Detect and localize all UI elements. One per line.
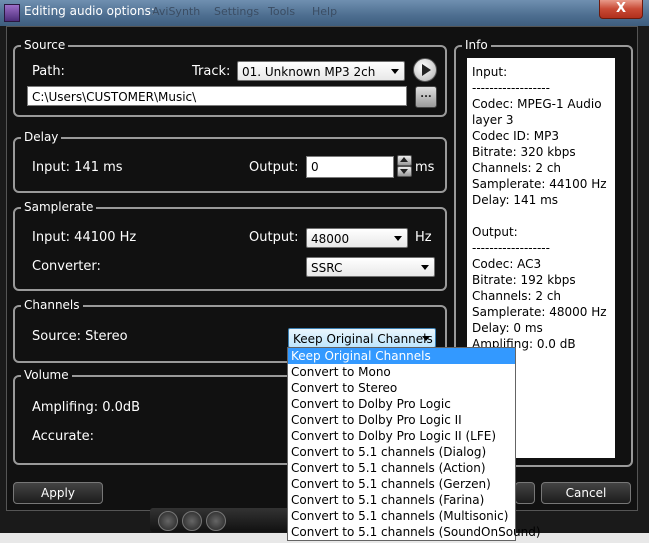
accurate-label: Accurate: xyxy=(32,429,94,444)
title-bar: Editing audio options: AviSynth Settings… xyxy=(0,0,649,26)
info-line: Codec: AC3 xyxy=(472,257,542,271)
info-line: Samplerate: 44100 Hz xyxy=(472,177,607,191)
track-label: Track: xyxy=(192,64,231,79)
channels-option[interactable]: Convert to 5.1 channels (Dialog) xyxy=(288,444,515,460)
samplerate-select[interactable]: 48000 xyxy=(306,228,408,248)
close-icon: X xyxy=(615,1,627,16)
play-button[interactable] xyxy=(413,58,437,82)
channels-option[interactable]: Convert to 5.1 channels (Action) xyxy=(288,460,515,476)
info-line: Input: xyxy=(472,65,508,79)
volume-group-title: Volume xyxy=(21,368,72,382)
channels-select[interactable]: Keep Original Channels xyxy=(288,328,436,348)
arrow-up-icon xyxy=(400,157,408,162)
info-line: Codec: MPEG-1 Audio xyxy=(472,97,602,111)
info-group-title: Info xyxy=(462,38,491,52)
channels-option[interactable]: Convert to Mono xyxy=(288,364,515,380)
channels-dropdown-list: Keep Original Channels Convert to Mono C… xyxy=(287,347,541,541)
bg-menu-help: Help xyxy=(312,5,338,18)
channels-source-label: Source: Stereo xyxy=(32,329,128,344)
delay-group-title: Delay xyxy=(21,130,62,144)
track-select[interactable]: 01. Unknown MP3 2ch xyxy=(237,61,405,81)
info-line: Channels: 2 ch xyxy=(472,161,562,175)
cancel-button[interactable]: Cancel xyxy=(541,482,631,504)
amplifing-label: Amplifing: 0.0dB xyxy=(32,400,141,415)
channels-option[interactable]: Convert to Stereo xyxy=(288,380,515,396)
chevron-down-icon xyxy=(391,69,399,74)
info-line xyxy=(472,208,610,224)
info-line: Channels: 2 ch xyxy=(472,289,562,303)
converter-label: Converter: xyxy=(32,259,101,274)
info-line: Bitrate: 320 kbps xyxy=(472,145,576,159)
delay-output-label: Output: xyxy=(249,160,299,175)
chevron-down-icon xyxy=(422,336,430,341)
info-line: layer 3 xyxy=(472,113,514,127)
delay-spin-up[interactable] xyxy=(397,155,412,166)
info-line: Delay: 0 ms xyxy=(472,321,543,335)
ok-button-partial[interactable] xyxy=(515,482,535,504)
channels-option[interactable]: Keep Original Channels xyxy=(288,348,515,364)
close-button[interactable]: X xyxy=(599,0,643,19)
samplerate-select-value: 48000 xyxy=(311,232,350,246)
path-field[interactable]: C:\Users\CUSTOMER\Music\ xyxy=(27,86,407,106)
channels-option[interactable]: Convert to 5.1 channels (Multisonic) xyxy=(288,508,515,524)
info-line: Samplerate: 48000 Hz xyxy=(472,305,607,319)
track-select-value: 01. Unknown MP3 2ch xyxy=(242,65,376,79)
info-line: Bitrate: 192 kbps xyxy=(472,273,576,287)
chevron-down-icon xyxy=(421,265,429,270)
channels-option[interactable]: Convert to 5.1 channels (SoundOnSound) xyxy=(288,524,541,540)
bg-menu-tools: Tools xyxy=(268,5,296,18)
window-title: Editing audio options: xyxy=(24,4,155,18)
background-player-controls xyxy=(150,508,290,532)
stop-icon xyxy=(206,511,226,531)
delay-output-field[interactable]: 0 xyxy=(306,156,394,178)
play-icon xyxy=(422,64,431,76)
path-label: Path: xyxy=(32,64,65,79)
samplerate-output-label: Output: xyxy=(249,230,299,245)
arrow-down-icon xyxy=(400,169,408,174)
samplerate-unit: Hz xyxy=(415,230,432,245)
play-icon xyxy=(158,511,178,531)
info-line: Output: xyxy=(472,225,518,239)
app-icon xyxy=(4,4,20,22)
channels-option[interactable]: Convert to Dolby Pro Logic II (LFE) xyxy=(288,428,515,444)
channels-option[interactable]: Convert to 5.1 channels (Farina) xyxy=(288,492,515,508)
info-line: ------------------ xyxy=(472,81,550,95)
bg-menu-avisynth: AviSynth xyxy=(152,5,201,18)
channels-option[interactable]: Convert to Dolby Pro Logic xyxy=(288,396,515,412)
channels-option[interactable]: Convert to 5.1 channels (Gerzen) xyxy=(288,476,515,492)
bg-menu-settings: Settings xyxy=(214,5,260,18)
samplerate-group-title: Samplerate xyxy=(21,200,97,214)
channels-option[interactable]: Convert to Dolby Pro Logic II xyxy=(288,412,515,428)
source-group-title: Source xyxy=(21,38,69,52)
delay-input-label: Input: 141 ms xyxy=(32,160,123,175)
browse-button[interactable]: ... xyxy=(415,86,437,108)
info-line: Delay: 141 ms xyxy=(472,193,559,207)
chevron-down-icon xyxy=(394,236,402,241)
apply-button[interactable]: Apply xyxy=(13,482,103,504)
samplerate-group: Samplerate xyxy=(13,200,447,291)
delay-spin-down[interactable] xyxy=(397,166,412,177)
delay-unit: ms xyxy=(415,160,435,175)
pause-icon xyxy=(182,511,202,531)
info-line: Codec ID: MP3 xyxy=(472,129,559,143)
converter-select[interactable]: SSRC xyxy=(306,257,435,277)
channels-group-title: Channels xyxy=(21,298,83,312)
samplerate-input-label: Input: 44100 Hz xyxy=(32,230,137,245)
converter-select-value: SSRC xyxy=(311,261,343,275)
info-line: ------------------ xyxy=(472,241,550,255)
channels-select-value: Keep Original Channels xyxy=(293,332,433,346)
